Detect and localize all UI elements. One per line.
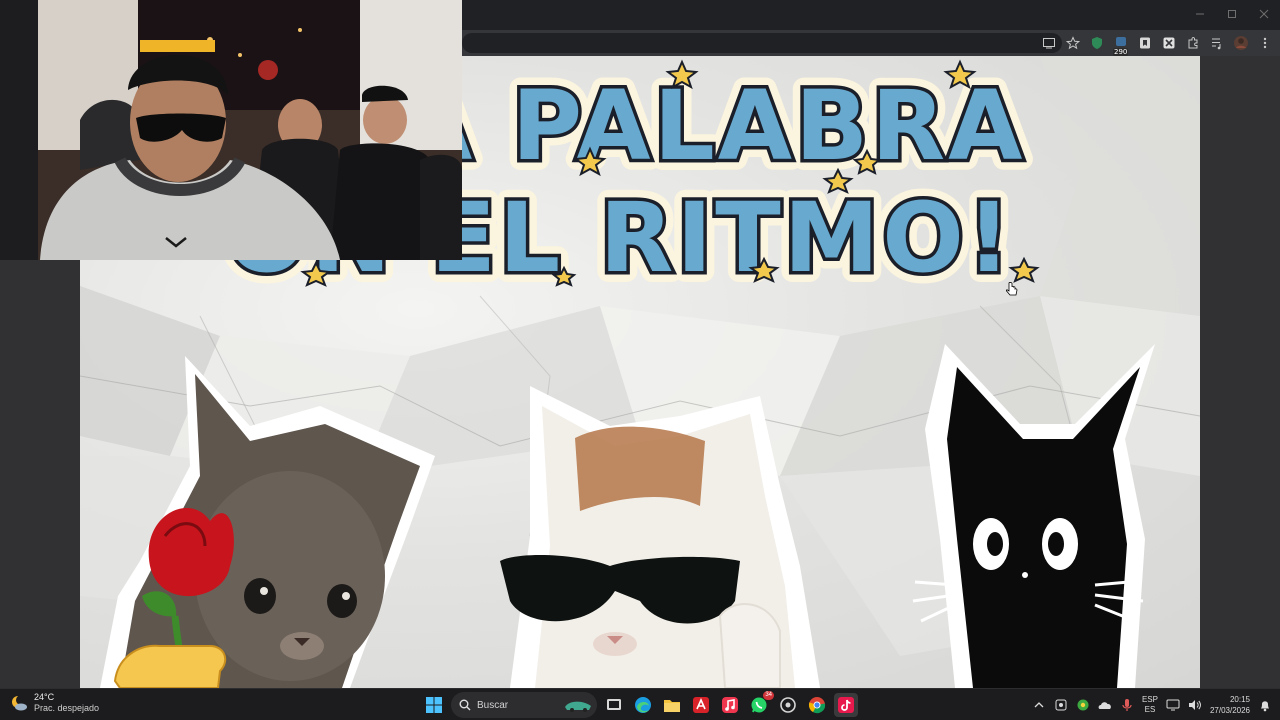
windows-start-icon[interactable] xyxy=(422,693,446,717)
clock-time: 20:15 xyxy=(1229,695,1250,704)
whatsapp-notification-badge: 34 xyxy=(763,691,774,700)
star-icon[interactable] xyxy=(1064,34,1082,52)
cool-cat-sunglasses-sticker xyxy=(500,386,820,688)
page-margin-left xyxy=(0,260,80,688)
more-menu-icon[interactable] xyxy=(1256,34,1274,52)
system-clock[interactable]: 20:15 27/03/2026 xyxy=(1210,694,1250,716)
webcam-feed-scene xyxy=(0,0,462,260)
search-highlight-icon xyxy=(565,701,591,712)
close-icon[interactable] xyxy=(1248,0,1280,28)
tray-app-icon[interactable] xyxy=(1054,698,1068,712)
maximize-icon[interactable] xyxy=(1216,0,1248,28)
microphone-icon[interactable] xyxy=(1120,698,1134,712)
app-circle-icon[interactable] xyxy=(776,693,800,717)
tiktok-icon[interactable] xyxy=(834,693,858,717)
whatsapp-icon[interactable]: 34 xyxy=(747,691,774,717)
edge-icon[interactable] xyxy=(631,693,655,717)
onedrive-icon[interactable] xyxy=(1098,698,1112,712)
windows-taskbar: 24°C Prac. despejado Buscar 34 ESP ES 20… xyxy=(0,688,1280,720)
adobe-app-icon[interactable] xyxy=(689,693,713,717)
thumbs-hand-icon xyxy=(113,644,227,688)
cast-icon[interactable] xyxy=(1040,34,1058,52)
language-indicator[interactable]: ESP ES xyxy=(1142,695,1158,715)
clock-date: 27/03/2026 xyxy=(1209,706,1250,715)
screen: 290 A PALABRA A PALABRA ON EL RITMO! ON … xyxy=(0,0,1280,720)
kitten-with-rose-sticker xyxy=(100,356,435,688)
volume-icon[interactable] xyxy=(1188,698,1202,712)
ext-puzzle-icon[interactable] xyxy=(1160,34,1178,52)
media-icon[interactable] xyxy=(1208,34,1226,52)
window-controls xyxy=(1184,0,1280,28)
weather-moon-cloud-icon xyxy=(12,695,27,711)
system-tray: ESP ES 20:15 27/03/2026 xyxy=(1032,692,1272,718)
hand-cursor-icon xyxy=(1006,282,1018,296)
taskbar-apps: Buscar 34 xyxy=(422,691,858,718)
tray-green-app-icon[interactable] xyxy=(1076,698,1090,712)
black-cat-sticker xyxy=(912,344,1155,688)
chrome-icon[interactable] xyxy=(805,693,829,717)
puzzle-icon[interactable] xyxy=(1184,34,1202,52)
taskbar-search-box[interactable]: Buscar xyxy=(451,692,597,718)
minimize-icon[interactable] xyxy=(1184,0,1216,28)
chevron-up-icon[interactable] xyxy=(1032,698,1046,712)
search-icon xyxy=(459,699,471,711)
toolbar-icons: 290 xyxy=(1040,32,1274,56)
weather-widget[interactable]: 24°C Prac. despejado xyxy=(10,692,99,714)
notification-bell-icon[interactable] xyxy=(1258,698,1272,712)
profile-avatar[interactable] xyxy=(1232,34,1250,52)
task-view-icon[interactable] xyxy=(602,693,626,717)
webcam-overlay xyxy=(0,0,462,260)
weather-condition: Prac. despejado xyxy=(34,703,100,713)
page-margin-right xyxy=(1200,56,1280,688)
language-code: ESP xyxy=(1141,695,1158,704)
search-placeholder: Buscar xyxy=(477,699,509,711)
ext-badge: 290 xyxy=(1113,48,1129,56)
itunes-icon[interactable] xyxy=(718,693,742,717)
keyboard-layout: ES xyxy=(1144,705,1156,714)
weather-temperature: 24°C xyxy=(34,692,55,702)
ext-shield-icon[interactable] xyxy=(1088,34,1106,52)
bookmark-icon[interactable] xyxy=(1136,34,1154,52)
video-title-line1: A PALABRA xyxy=(398,70,1025,182)
network-icon[interactable] xyxy=(1166,698,1180,712)
address-bar[interactable] xyxy=(462,33,1062,53)
ext-counter-icon[interactable]: 290 xyxy=(1112,34,1130,56)
file-explorer-icon[interactable] xyxy=(660,693,684,717)
